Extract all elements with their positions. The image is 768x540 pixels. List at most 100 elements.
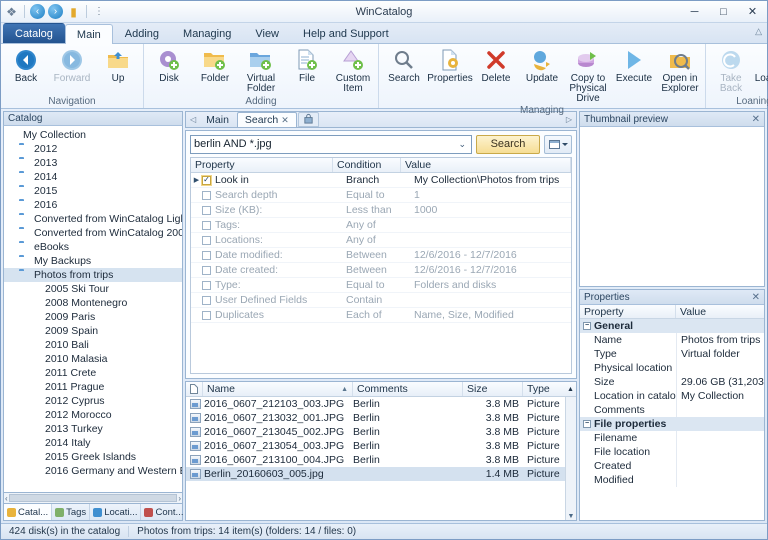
ribbon-button-file[interactable]: File [284, 47, 330, 85]
tree-item[interactable]: 2010 Bali [4, 338, 182, 352]
ribbon-button-take-back[interactable]: Take Back [708, 47, 754, 95]
criteria-checkbox[interactable] [202, 190, 211, 200]
ribbon-tab-view[interactable]: View [243, 23, 291, 43]
properties-row[interactable]: File location [580, 445, 764, 459]
ribbon-button-forward[interactable]: Forward [49, 47, 95, 85]
criteria-checkbox[interactable] [202, 295, 211, 305]
properties-row[interactable]: Location in catalog My Collection [580, 389, 764, 403]
close-icon[interactable]: ✕ [752, 114, 760, 125]
search-criteria-row[interactable]: Size (KB): Less than 1000 [191, 203, 571, 218]
ribbon-button-execute[interactable]: Execute [611, 47, 657, 85]
sidebar-tab-cont[interactable]: Cont... [141, 504, 188, 520]
properties-row[interactable]: Modified [580, 473, 764, 487]
tree-item[interactable]: 2012 [4, 142, 182, 156]
properties-row[interactable]: Filename [580, 431, 764, 445]
ribbon-button-copy-to-physical-drive[interactable]: Copy to Physical Drive [565, 47, 611, 105]
document-tab-locked[interactable] [297, 112, 319, 127]
ribbon-tab-main[interactable]: Main [64, 24, 113, 44]
search-criteria-row[interactable]: Search depth Equal to 1 [191, 188, 571, 203]
ribbon-button-properties[interactable]: Properties [427, 47, 473, 85]
close-button[interactable]: ✕ [738, 1, 767, 22]
result-row[interactable]: 2016_0607_213045_002.JPG Berlin 3.8 MB Pict… [186, 425, 565, 439]
column-header-value[interactable]: Value [676, 305, 764, 318]
tree-item[interactable]: 2014 [4, 170, 182, 184]
ribbon-button-search[interactable]: Search [381, 47, 427, 85]
properties-group-header[interactable]: − General [580, 319, 764, 333]
chevron-down-icon[interactable]: ⌄ [456, 139, 468, 150]
tree-item[interactable]: Photos from trips [4, 268, 182, 282]
criteria-checkbox[interactable] [202, 235, 211, 245]
ribbon-button-open-in-explorer[interactable]: Open in Explorer [657, 47, 703, 95]
scroll-right-icon[interactable]: › [178, 494, 181, 503]
sidebar-tab-catal[interactable]: Catal... [4, 504, 53, 520]
criteria-checkbox[interactable] [202, 220, 211, 230]
ribbon-tab-managing[interactable]: Managing [171, 23, 243, 43]
tree-item[interactable]: Converted from WinCatalog Light Co [4, 212, 182, 226]
results-scroll-up-icon[interactable]: ▲ [565, 382, 576, 396]
criteria-checkbox[interactable]: ✓ [202, 175, 211, 185]
close-icon[interactable]: ✕ [752, 292, 760, 303]
collapse-group-icon[interactable]: − [583, 420, 591, 428]
properties-row[interactable]: Size 29.06 GB (31,203,782... [580, 375, 764, 389]
ribbon-button-virtual-folder[interactable]: Virtual Folder [238, 47, 284, 95]
tab-scroll-next-icon[interactable]: ▷ [564, 115, 574, 124]
document-tab-search[interactable]: Search ✕ [236, 112, 297, 127]
result-row[interactable]: Berlin_20160603_005.jpg 1.4 MB Picture [186, 467, 565, 481]
search-criteria-row[interactable]: Locations: Any of [191, 233, 571, 248]
tree-item[interactable]: My Backups [4, 254, 182, 268]
ribbon-button-folder[interactable]: Folder [192, 47, 238, 85]
search-criteria-row[interactable]: ▶ ✓ Look in Branch My Collection\Photos from… [191, 173, 571, 188]
column-header-name[interactable]: Name ▲ [203, 382, 353, 396]
tree-item[interactable]: 2011 Prague [4, 380, 182, 394]
column-header-condition[interactable]: Condition [333, 158, 401, 172]
tree-item[interactable]: 2008 Montenegro [4, 296, 182, 310]
ribbon-tab-catalog[interactable]: Catalog [3, 23, 65, 43]
tree-item[interactable]: 2012 Morocco [4, 408, 182, 422]
properties-row[interactable]: Physical location [580, 361, 764, 375]
tree-item[interactable]: 2015 [4, 184, 182, 198]
ribbon-button-back[interactable]: Back [3, 47, 49, 85]
maximize-button[interactable]: □ [709, 1, 738, 22]
minimize-button[interactable]: ─ [680, 1, 709, 22]
tree-item[interactable]: Converted from WinCatalog 2009 Col [4, 226, 182, 240]
qat-more-icon[interactable]: ⋮ [92, 6, 106, 17]
result-row[interactable]: 2016_0607_212103_003.JPG Berlin 3.8 MB Pict… [186, 397, 565, 411]
catalog-tree[interactable]: My Collection 2012 2013 2014 2015 2016 Convert… [3, 126, 183, 493]
expand-row-icon[interactable]: ▶ [191, 176, 202, 184]
results-rows[interactable]: 2016_0607_212103_003.JPG Berlin 3.8 MB Pict… [186, 397, 565, 520]
tree-item[interactable]: eBooks [4, 240, 182, 254]
column-header-comments[interactable]: Comments [353, 382, 463, 396]
properties-row[interactable]: Type Virtual folder [580, 347, 764, 361]
ribbon-button-loan-item[interactable]: Loan Item [754, 47, 768, 85]
tree-horizontal-scrollbar[interactable]: ‹ › [3, 493, 183, 504]
scroll-left-icon[interactable]: ‹ [5, 494, 8, 503]
tree-item[interactable]: 2009 Paris [4, 310, 182, 324]
properties-row[interactable]: Created [580, 459, 764, 473]
ribbon-tab-adding[interactable]: Adding [113, 23, 171, 43]
tree-item[interactable]: 2013 Turkey [4, 422, 182, 436]
open-folder-icon[interactable]: ▮ [66, 4, 81, 19]
tree-item[interactable]: 2005 Ski Tour [4, 282, 182, 296]
search-button[interactable]: Search [476, 134, 540, 154]
tree-item[interactable]: 2009 Spain [4, 324, 182, 338]
tree-item[interactable]: 2012 Cyprus [4, 394, 182, 408]
criteria-checkbox[interactable] [202, 250, 211, 260]
result-row[interactable]: 2016_0607_213054_003.JPG Berlin 3.8 MB Pict… [186, 439, 565, 453]
document-tab-main[interactable]: Main [199, 112, 236, 127]
ribbon-button-up[interactable]: Up [95, 47, 141, 85]
criteria-checkbox[interactable] [202, 310, 211, 320]
result-row[interactable]: 2016_0607_213100_004.JPG Berlin 3.8 MB Pict… [186, 453, 565, 467]
column-header-property[interactable]: Property [580, 305, 676, 318]
scroll-thumb[interactable] [8, 494, 178, 502]
tree-item[interactable]: 2013 [4, 156, 182, 170]
ribbon-tab-help-and-support[interactable]: Help and Support [291, 23, 401, 43]
properties-row[interactable]: Name Photos from trips [580, 333, 764, 347]
tree-item[interactable]: 2016 Germany and Western Europ [4, 464, 182, 478]
tree-item[interactable]: 2010 Malasia [4, 352, 182, 366]
search-criteria-row[interactable]: Tags: Any of [191, 218, 571, 233]
column-header-value[interactable]: Value [401, 158, 571, 172]
properties-group-header[interactable]: − File properties [580, 417, 764, 431]
search-input[interactable]: berlin AND *.jpg ⌄ [190, 134, 472, 154]
search-criteria-row[interactable]: Type: Equal to Folders and disks [191, 278, 571, 293]
search-criteria-row[interactable]: User Defined Fields Contain [191, 293, 571, 308]
